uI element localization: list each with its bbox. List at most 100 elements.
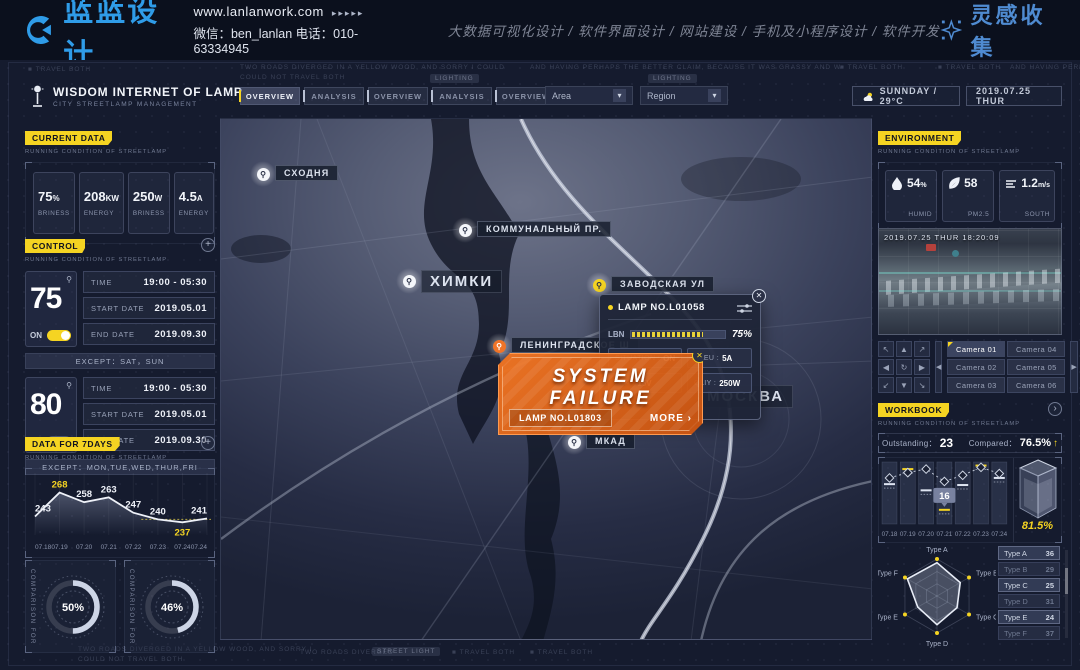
camera-button-4[interactable]: Camera 04 [1007, 341, 1065, 357]
schedule-row[interactable]: END DATE2019.09.30 [83, 323, 215, 345]
corner-bracket [208, 551, 215, 558]
schedule-row[interactable]: TIME19:00 - 05:30 [83, 271, 215, 293]
schedule-label: TIME [91, 384, 112, 393]
decor-text: COULD NOT TRAVEL BOTH [240, 74, 345, 81]
region-select[interactable]: Region ▾ [640, 86, 728, 105]
pan-left-button[interactable]: ◀ [878, 359, 894, 375]
map-pin-white[interactable]: ⚲ [250, 161, 276, 187]
pan-up-right-button[interactable]: ↗ [914, 341, 930, 357]
map-pin-white[interactable]: ⚲ [396, 268, 422, 294]
wind-icon [1004, 176, 1018, 190]
city-map[interactable]: ⚲СХОДНЯ⚲КОММУНАЛЬНЫЙ ПР.⚲ХИМКИ⚲ЗАВОДСКАЯ… [220, 118, 872, 640]
tab-analysis-1[interactable]: ANALYSIS [304, 87, 364, 105]
svg-text:16: 16 [939, 491, 950, 502]
decor-text: ■ TRAVEL BOTH [452, 649, 515, 656]
schedule-row[interactable]: START DATE2019.05.01 [83, 297, 215, 319]
map-place-label[interactable]: СХОДНЯ [275, 165, 338, 181]
app-title-block: WISDOM INTERNET OF LAMP CITY STREETLAMP … [30, 84, 243, 108]
corner-bracket [865, 633, 872, 640]
pan-down-button[interactable]: ▼ [896, 377, 912, 393]
svg-text:263: 263 [101, 484, 117, 495]
camera-button-6[interactable]: Camera 06 [1007, 377, 1065, 393]
camera-page-left-button[interactable]: ◀ [935, 341, 942, 393]
env-value: 54% [907, 176, 927, 190]
streetlamp-icon [30, 84, 45, 108]
type-row-type-f[interactable]: Type F37 [998, 626, 1060, 640]
failure-footer: LAMP NO.L01803 MORE › [509, 409, 692, 427]
workbook-next-button[interactable]: › [1048, 402, 1062, 416]
scrollbar[interactable] [1065, 550, 1068, 638]
lamp-id: LAMP NO.L01058 [618, 302, 705, 313]
close-icon[interactable]: ✕ [752, 289, 766, 303]
corner-bracket [1055, 457, 1062, 464]
tab-bar: OVERVIEWANALYSISOVERVIEWANALYSISOVERVIEW [240, 87, 556, 105]
camera-button-5[interactable]: Camera 05 [1007, 359, 1065, 375]
type-row-type-c[interactable]: Type C25 [998, 578, 1060, 592]
scrollbar-thumb[interactable] [1065, 568, 1068, 594]
schedule-row[interactable]: START DATE2019.05.01 [83, 403, 215, 425]
week-add-button[interactable]: + [201, 436, 215, 450]
current-data-tag: CURRENT DATA [25, 131, 112, 145]
control-add-button[interactable]: + [201, 238, 215, 252]
pan-up-left-button[interactable]: ↖ [878, 341, 894, 357]
type-row-type-b[interactable]: Type B29 [998, 562, 1060, 576]
tab-analysis-3[interactable]: ANALYSIS [432, 87, 492, 105]
tab-overview-2[interactable]: OVERVIEW [368, 87, 428, 105]
rotate-button[interactable]: ↻ [896, 359, 912, 375]
pan-down-left-button[interactable]: ↙ [878, 377, 894, 393]
camera-button-1[interactable]: Camera 01 [947, 341, 1005, 357]
type-row-type-e[interactable]: Type E24 [998, 610, 1060, 624]
map-place-label[interactable]: МКАД [586, 433, 635, 449]
camera-page-right-button[interactable]: ▶ [1070, 341, 1077, 393]
week-tag: DATA FOR 7DAYS [25, 437, 120, 451]
svg-text:07.24: 07.24 [991, 531, 1007, 538]
svg-text:240: 240 [150, 506, 166, 517]
corner-bracket [109, 560, 116, 567]
type-row-type-a[interactable]: Type A36 [998, 546, 1060, 560]
chevron-down-icon[interactable]: ▾ [708, 89, 721, 102]
schedule-row[interactable]: TIME 19:00 - 05:30 [83, 377, 215, 399]
camera-button-2[interactable]: Camera 02 [947, 359, 1005, 375]
more-button[interactable]: MORE › [650, 413, 692, 424]
svg-text:07.20: 07.20 [918, 531, 934, 538]
site-url[interactable]: www.lanlanwork.com [193, 4, 323, 19]
corner-bracket [25, 162, 32, 169]
compared-label: Compared： [969, 438, 1017, 449]
decor-text: ■ TRAVEL BOTH [28, 66, 91, 73]
corner-bracket [25, 551, 32, 558]
power-toggle[interactable] [47, 330, 71, 341]
map-place-label[interactable]: ХИМКИ [421, 270, 502, 293]
type-label: Type C [1004, 581, 1028, 590]
lamp-icon: ⚲ [66, 381, 72, 390]
area-select[interactable]: Area ▾ [545, 86, 633, 105]
map-pin-white[interactable]: ⚲ [452, 217, 478, 243]
services-list: 大数据可视化设计 / 软件界面设计 / 网站建设 / 手机及小程序设计 / 软件… [448, 20, 940, 40]
svg-text:Type A: Type A [926, 547, 948, 554]
inspiration-collect[interactable]: 灵感收集 [940, 0, 1058, 62]
brightness-slider[interactable] [630, 330, 726, 339]
schedule-value: 19:00 - 05:30 [143, 383, 207, 394]
map-place-label[interactable]: КОММУНАЛЬНЫЙ ПР. [477, 221, 611, 237]
map-place-label[interactable]: ЗАВОДСКАЯ УЛ [611, 276, 714, 292]
collect-label: 灵感收集 [971, 0, 1058, 62]
date-widget: 2019.07.25 THUR [966, 86, 1062, 106]
environment-panel: ENVIRONMENT RUNNING CONDITION OF STREETL… [878, 128, 1062, 230]
pan-up-button[interactable]: ▲ [896, 341, 912, 357]
sliders-icon[interactable] [737, 303, 752, 313]
pan-down-right-button[interactable]: ↘ [914, 377, 930, 393]
corner-bracket [220, 633, 227, 640]
weather-text: SUNNDAY / 29°C [880, 86, 950, 106]
star-icon [940, 17, 963, 43]
pan-right-button[interactable]: ▶ [914, 359, 930, 375]
chevron-down-icon[interactable]: ▾ [613, 89, 626, 102]
comparison-gauge-1: COMPARISON FOR46% [124, 560, 215, 653]
field-value: 5A [722, 354, 732, 363]
type-row-type-d[interactable]: Type D31 [998, 594, 1060, 608]
camera-video-feed[interactable]: 2019.07.25 THUR 18:20:09 [878, 228, 1062, 335]
camera-button-3[interactable]: Camera 03 [947, 377, 1005, 393]
tab-overview-0[interactable]: OVERVIEW [240, 87, 300, 105]
sun-cloud-icon [862, 91, 874, 102]
type-value: 36 [1046, 549, 1054, 558]
decor-text: AND HAVING PERHAPS THE BETTER [1010, 64, 1080, 71]
comparison-gauges: COMPARISON FOR50%COMPARISON FOR46% [25, 560, 215, 653]
